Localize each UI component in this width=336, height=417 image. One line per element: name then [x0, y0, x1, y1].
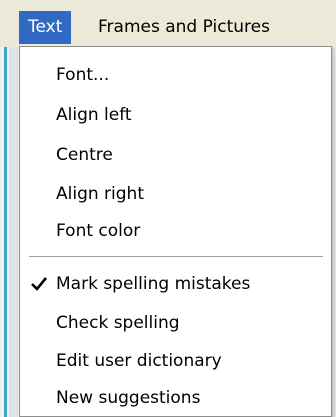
menu-item-font-color[interactable]: Font color [20, 213, 331, 249]
menu-item-font[interactable]: Font... [20, 57, 331, 93]
application-window: Text Frames and Pictures Font... Align l… [0, 0, 336, 417]
menu-item-label: Centre [56, 145, 113, 165]
background-panel [9, 47, 18, 417]
menu-item-label: Check spelling [56, 313, 180, 333]
menu-item-align-right[interactable]: Align right [20, 176, 331, 212]
window-border [4, 47, 7, 417]
menu-item-edit-user-dictionary[interactable]: Edit user dictionary [20, 343, 331, 379]
menu-frames-and-pictures[interactable]: Frames and Pictures [98, 11, 270, 44]
menu-item-check-spelling[interactable]: Check spelling [20, 305, 331, 341]
menu-item-label: New suggestions [56, 388, 201, 408]
menu-item-label: Align right [56, 184, 144, 204]
background-window-right [332, 47, 336, 417]
menu-item-label: Font... [56, 65, 110, 85]
menu-item-centre[interactable]: Centre [20, 137, 331, 173]
menu-item-new-suggestions[interactable]: New suggestions [20, 380, 331, 416]
menu-item-align-left[interactable]: Align left [20, 97, 331, 133]
check-icon [31, 266, 49, 302]
menu-item-mark-spelling-mistakes[interactable]: Mark spelling mistakes [20, 266, 331, 302]
menu-item-label: Mark spelling mistakes [56, 274, 251, 294]
menu-bar: Text Frames and Pictures [0, 0, 336, 48]
menu-text[interactable]: Text [19, 11, 72, 44]
menu-item-label: Edit user dictionary [56, 351, 222, 371]
text-menu-dropdown: Font... Align left Centre Align right Fo… [19, 46, 332, 417]
background-window-edge [0, 47, 19, 417]
menu-item-label: Align left [56, 105, 132, 125]
menu-separator [29, 256, 323, 258]
menu-item-label: Font color [56, 221, 141, 241]
